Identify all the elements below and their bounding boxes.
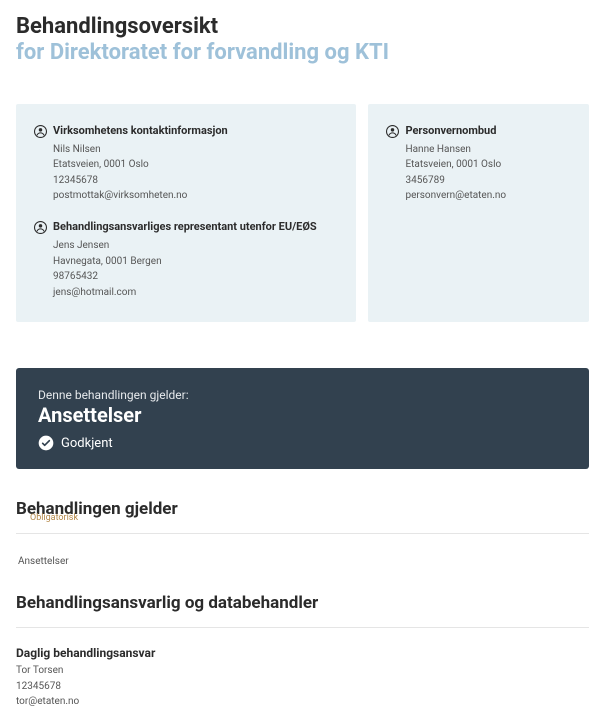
person-circle-icon	[34, 125, 47, 138]
contact-line: jens@hotmail.com	[34, 285, 338, 301]
treatment-name: Ansettelser	[38, 403, 567, 427]
dpo-card: Personvernombud Hanne Hansen Etatsveien,…	[368, 104, 589, 323]
contact-line: Etatsveien, 0001 Oslo	[386, 157, 571, 173]
contact-line: Jens Jensen	[34, 238, 338, 254]
info-cards-row: Virksomhetens kontaktinformasjon Nils Ni…	[16, 104, 589, 323]
contact-line: 12345678	[34, 173, 338, 189]
contact-line: 98765432	[34, 269, 338, 285]
dpo-heading-label: Personvernombud	[405, 124, 496, 138]
contact-section-org: Virksomhetens kontaktinformasjon Nils Ni…	[34, 124, 338, 204]
rep-heading: Behandlingsansvarliges representant uten…	[34, 220, 338, 234]
contact-line: personvern@etaten.no	[386, 188, 571, 204]
divider	[16, 533, 589, 534]
contact-heading: Virksomhetens kontaktinformasjon	[34, 124, 338, 138]
section-applies-title: Behandlingen gjelder Obligatorisk	[16, 499, 589, 519]
detail-line: tor@etaten.no	[16, 694, 589, 710]
contact-info-card: Virksomhetens kontaktinformasjon Nils Ni…	[16, 104, 356, 323]
contact-line: Hanne Hansen	[386, 142, 571, 158]
treatment-status-label: Godkjent	[61, 436, 113, 451]
page-subtitle: for Direktoratet for forvandling og KTI	[16, 40, 589, 65]
check-circle-icon	[38, 435, 54, 451]
daily-responsibility-heading: Daglig behandlingsansvar	[16, 646, 589, 660]
contact-line: 3456789	[386, 173, 571, 189]
person-circle-icon	[34, 221, 47, 234]
contact-line: Nils Nilsen	[34, 142, 338, 158]
dpo-heading: Personvernombud	[386, 124, 571, 138]
contact-line: postmottak@virksomheten.no	[34, 188, 338, 204]
page-title: Behandlingsoversikt	[16, 14, 589, 39]
rep-heading-label: Behandlingsansvarliges representant uten…	[53, 220, 317, 234]
section-responsible-title: Behandlingsansvarlig og databehandler	[16, 593, 589, 613]
detail-line: Tor Torsen	[16, 663, 589, 679]
person-circle-icon	[386, 125, 399, 138]
applies-value: Ansettelser	[16, 556, 589, 567]
contact-line: Etatsveien, 0001 Oslo	[34, 157, 338, 173]
obligatory-tag: Obligatorisk	[30, 513, 78, 523]
treatment-label: Denne behandlingen gjelder:	[38, 388, 567, 402]
treatment-status: Godkjent	[38, 435, 567, 451]
contact-section-rep: Behandlingsansvarliges representant uten…	[34, 220, 338, 300]
contact-line: Havnegata, 0001 Bergen	[34, 254, 338, 270]
detail-line: 12345678	[16, 679, 589, 695]
contact-heading-label: Virksomhetens kontaktinformasjon	[53, 124, 228, 138]
divider	[16, 627, 589, 628]
treatment-panel: Denne behandlingen gjelder: Ansettelser …	[16, 368, 589, 469]
dpo-section: Personvernombud Hanne Hansen Etatsveien,…	[386, 124, 571, 204]
